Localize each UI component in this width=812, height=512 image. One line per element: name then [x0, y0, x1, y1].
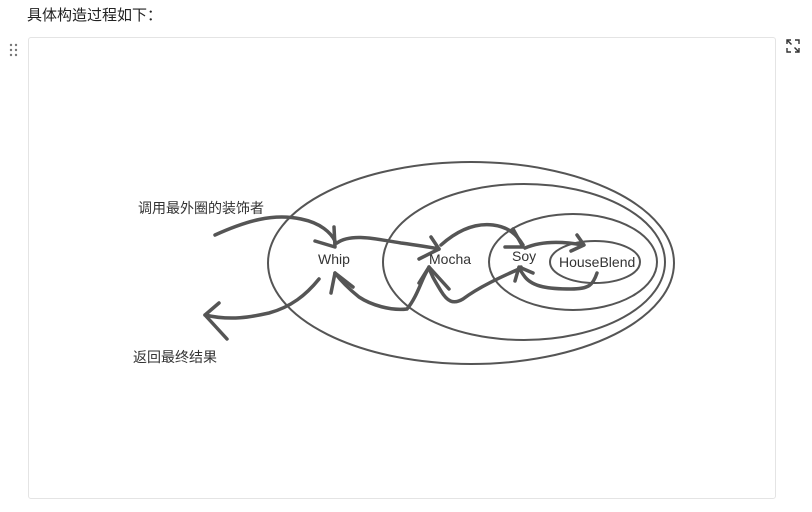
- return-arrow-from-mocha: [333, 269, 429, 312]
- return-arrow-out: [203, 277, 321, 320]
- node-label-mocha: Mocha: [429, 251, 471, 267]
- section-heading: 具体构造过程如下：: [27, 7, 163, 24]
- decorator-diagram: Whip Mocha Soy HouseBlend 调用最外圈的装饰者 返回最终…: [133, 161, 675, 365]
- note-return-result: 返回最终结果: [133, 349, 217, 365]
- node-label-whip: Whip: [318, 251, 350, 267]
- note-call-outer: 调用最外圈的装饰者: [138, 200, 264, 216]
- return-arrow-out-tip: [203, 301, 229, 341]
- node-label-soy: Soy: [512, 248, 536, 264]
- diagram-canvas: Whip Mocha Soy HouseBlend 调用最外圈的装饰者 返回最终…: [28, 37, 776, 499]
- return-arrow-from-houseblend: [518, 265, 599, 291]
- drag-handle-icon[interactable]: [9, 43, 19, 57]
- call-arrow-into-soy: [439, 222, 525, 247]
- node-label-houseblend: HouseBlend: [559, 254, 635, 270]
- expand-icon[interactable]: [785, 38, 801, 54]
